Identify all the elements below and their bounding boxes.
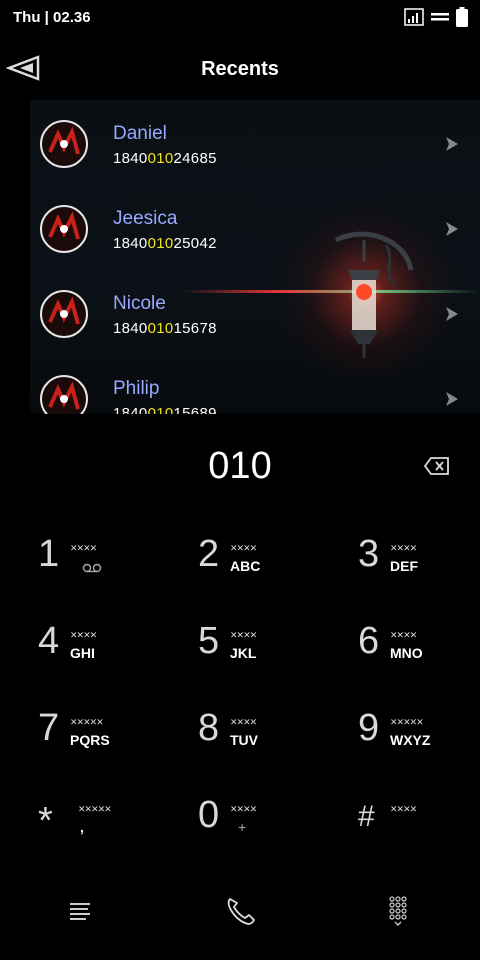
key-letters: DEF <box>390 558 418 574</box>
key-decoration: ✕✕✕✕ <box>390 804 417 814</box>
status-time: Thu | 02.36 <box>13 9 91 26</box>
key-8[interactable]: 8 ✕✕✕✕ TUV <box>198 707 338 777</box>
key-decoration: ✕✕✕✕ <box>70 630 97 640</box>
key-letters: PQRS <box>70 732 110 748</box>
key-decoration: ✕✕✕✕ <box>230 717 257 727</box>
phone-icon[interactable] <box>222 893 258 929</box>
key-digit: 2 <box>198 533 220 575</box>
contact-name: Philip <box>113 378 160 399</box>
contact-name: Nicole <box>113 293 166 314</box>
contact-number: 184001024685 <box>113 150 217 167</box>
avatar <box>40 120 88 168</box>
contact-row[interactable]: Nicole 184001015678 <box>30 270 480 355</box>
key-digit: 8 <box>198 707 220 749</box>
key-digit: 3 <box>358 533 380 575</box>
key-decoration: ✕✕✕✕ <box>230 543 257 553</box>
voicemail-icon <box>82 563 102 573</box>
key-letters: GHI <box>70 645 95 661</box>
key-decoration: ✕✕✕✕ <box>230 804 257 814</box>
key-letters: + <box>238 819 247 835</box>
key-digit: 5 <box>198 620 220 662</box>
key-7[interactable]: 7 ✕✕✕✕✕ PQRS <box>38 707 178 777</box>
contact-row[interactable]: Philip 184001015689 <box>30 355 480 414</box>
contact-row[interactable]: Jeesica 184001025042 <box>30 185 480 270</box>
key-letters: TUV <box>230 732 258 748</box>
data-icon <box>431 13 449 21</box>
key-digit: 4 <box>38 620 60 662</box>
backspace-icon[interactable] <box>424 457 450 475</box>
key-star[interactable]: * ✕✕✕✕✕ , <box>38 794 178 864</box>
key-letters: MNO <box>390 645 423 661</box>
key-digit: # <box>358 800 375 833</box>
key-9[interactable]: 9 ✕✕✕✕✕ WXYZ <box>358 707 480 777</box>
dialpad-icon[interactable] <box>382 893 418 929</box>
contact-row[interactable]: Daniel 184001024685 <box>30 100 480 185</box>
key-decoration: ✕✕✕✕ <box>390 630 417 640</box>
key-4[interactable]: 4 ✕✕✕✕ GHI <box>38 620 178 690</box>
header: Recents <box>0 40 480 96</box>
avatar <box>40 290 88 338</box>
chevron-right-icon[interactable] <box>444 390 460 408</box>
key-digit: 6 <box>358 620 380 662</box>
key-decoration: ✕✕✕✕ <box>70 543 97 553</box>
dialed-number: 010 <box>208 445 272 487</box>
key-0[interactable]: 0 ✕✕✕✕ + <box>198 794 338 864</box>
key-digit: * <box>38 800 53 842</box>
key-decoration: ✕✕✕✕✕ <box>70 717 104 727</box>
key-decoration: ✕✕✕✕ <box>230 630 257 640</box>
contact-number: 184001025042 <box>113 235 217 252</box>
contact-number: 184001015678 <box>113 320 217 337</box>
page-title: Recents <box>201 58 279 80</box>
status-bar: Thu | 02.36 <box>0 0 480 34</box>
chevron-right-icon[interactable] <box>444 220 460 238</box>
chevron-right-icon[interactable] <box>444 135 460 153</box>
contact-name: Jeesica <box>113 208 178 229</box>
recents-list[interactable]: Daniel 184001024685 Jeesica 184001025042… <box>30 100 480 414</box>
key-decoration: ✕✕✕✕ <box>390 543 417 553</box>
key-letters: , <box>80 819 84 835</box>
key-letters: WXYZ <box>390 732 431 748</box>
key-3[interactable]: 3 ✕✕✕✕ DEF <box>358 533 480 603</box>
avatar <box>40 375 88 414</box>
battery-icon <box>456 7 468 27</box>
contact-number: 184001015689 <box>113 405 217 414</box>
chevron-right-icon[interactable] <box>444 305 460 323</box>
key-6[interactable]: 6 ✕✕✕✕ MNO <box>358 620 480 690</box>
menu-lines-icon[interactable] <box>62 893 98 929</box>
key-hash[interactable]: # ✕✕✕✕ <box>358 794 480 864</box>
key-digit: 0 <box>198 794 220 836</box>
avatar <box>40 205 88 253</box>
key-1[interactable]: 1 ✕✕✕✕ <box>38 533 178 603</box>
key-5[interactable]: 5 ✕✕✕✕ JKL <box>198 620 338 690</box>
key-digit: 1 <box>38 533 60 575</box>
key-decoration: ✕✕✕✕✕ <box>78 804 112 814</box>
key-decoration: ✕✕✕✕✕ <box>390 717 424 727</box>
key-letters: ABC <box>230 558 261 574</box>
key-2[interactable]: 2 ✕✕✕✕ ABC <box>198 533 338 603</box>
key-digit: 7 <box>38 707 60 749</box>
key-letters: JKL <box>230 645 257 661</box>
key-digit: 9 <box>358 707 380 749</box>
signal-icon <box>404 8 424 26</box>
status-icons <box>404 7 468 27</box>
contact-name: Daniel <box>113 123 167 144</box>
